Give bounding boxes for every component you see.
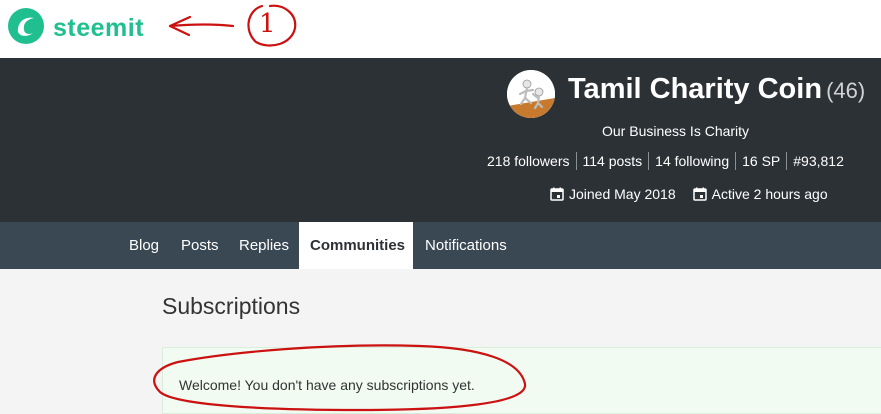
tab-communities[interactable]: Communities bbox=[299, 222, 413, 269]
reputation-score: (46) bbox=[826, 78, 866, 103]
rank: #93,812 bbox=[786, 152, 850, 170]
steemit-logo[interactable]: steemit bbox=[7, 7, 144, 50]
profile-name: Tamil Charity Coin (46) bbox=[568, 73, 865, 106]
joined-text: Joined May 2018 bbox=[569, 186, 676, 202]
calendar-icon bbox=[550, 187, 564, 201]
active-status: Active 2 hours ago bbox=[692, 186, 828, 202]
steemit-logo-icon bbox=[7, 7, 45, 50]
calendar-icon bbox=[692, 187, 707, 201]
profile-meta: Joined May 2018 Active 2 hours ago bbox=[550, 186, 845, 202]
empty-subscriptions-message: Welcome! You don't have any subscription… bbox=[179, 377, 475, 393]
joined-date: Joined May 2018 bbox=[550, 186, 676, 202]
tab-posts[interactable]: Posts bbox=[170, 222, 230, 269]
avatar[interactable] bbox=[507, 70, 555, 118]
posts-count: 114 posts bbox=[575, 152, 649, 170]
subscriptions-heading: Subscriptions bbox=[162, 293, 301, 319]
profile-stats: 218 followers 114 posts 14 following 16 … bbox=[481, 152, 850, 170]
profile-about: Our Business Is Charity bbox=[602, 123, 750, 139]
tab-notifications[interactable]: Notifications bbox=[414, 222, 518, 269]
followers-count[interactable]: 218 followers bbox=[481, 152, 576, 170]
profile-nav: Blog Posts Replies Communities Notificat… bbox=[0, 222, 881, 269]
steemit-wordmark: steemit bbox=[53, 14, 145, 42]
tab-replies[interactable]: Replies bbox=[228, 222, 300, 269]
following-count[interactable]: 14 following bbox=[648, 152, 735, 170]
tab-blog[interactable]: Blog bbox=[118, 222, 170, 269]
profile-name-text: Tamil Charity Coin bbox=[568, 73, 823, 105]
top-bar: steemit bbox=[0, 0, 881, 58]
active-text: Active 2 hours ago bbox=[711, 186, 828, 202]
steem-power: 16 SP bbox=[735, 152, 786, 170]
